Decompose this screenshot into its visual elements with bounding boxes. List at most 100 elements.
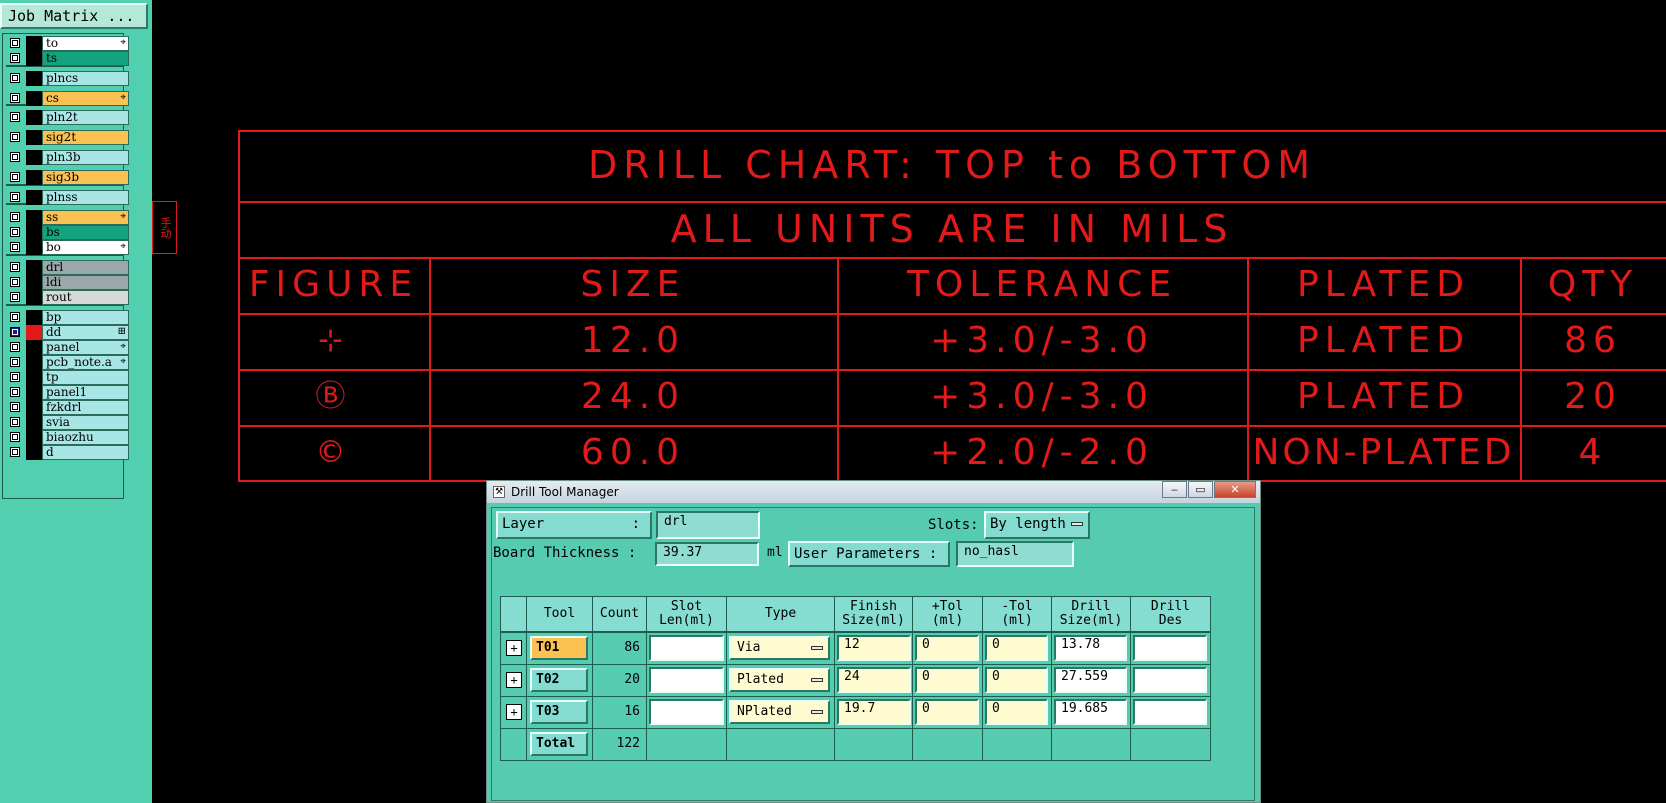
layer-row-panel1[interactable]: panel1 — [6, 385, 129, 400]
column-header-drill-des[interactable]: Drill Des — [1130, 596, 1211, 632]
layer-name[interactable]: ts — [42, 51, 129, 66]
type-dropdown[interactable]: Plated — [729, 668, 830, 692]
layer-checkbox[interactable] — [10, 112, 20, 122]
layer-name[interactable]: panel1 — [42, 385, 129, 400]
column-header-drill-size[interactable]: Drill Size(ml) — [1051, 596, 1131, 632]
side-tab[interactable]: 手动 — [152, 201, 177, 254]
layer-name[interactable]: fzkdrl — [42, 400, 129, 415]
tool-button[interactable]: T02 — [530, 668, 588, 692]
layer-checkbox[interactable] — [10, 417, 20, 427]
layer-checkbox[interactable] — [10, 327, 20, 337]
layer-name[interactable]: pln3b — [42, 150, 129, 165]
layer-row-bp[interactable]: bp — [6, 310, 129, 325]
window-titlebar[interactable]: ⚒ Drill Tool Manager ‒ ▭ ✕ — [487, 481, 1260, 503]
layer-row-pln2t[interactable]: pln2t — [6, 110, 129, 125]
finish-size-input[interactable]: 12 — [837, 635, 911, 661]
tool-button[interactable]: T03 — [530, 700, 588, 724]
column-header-plus-tol[interactable]: +Tol (ml) — [912, 596, 983, 632]
board-thickness-field[interactable]: 39.37 — [655, 542, 759, 566]
drill-des-input[interactable] — [1133, 699, 1207, 725]
drill-des-input[interactable] — [1133, 667, 1207, 693]
layer-checkbox[interactable] — [10, 242, 20, 252]
layer-checkbox[interactable] — [10, 277, 20, 287]
type-dropdown[interactable]: NPlated — [729, 700, 830, 724]
type-dropdown[interactable]: Via — [729, 636, 830, 660]
tool-button[interactable]: T01 — [530, 636, 588, 660]
layer-row-drl[interactable]: drl — [6, 260, 129, 275]
layer-name[interactable]: biaozhu — [42, 430, 129, 445]
layer-row-to[interactable]: to ⌖ — [6, 36, 129, 51]
plus-tol-input[interactable]: 0 — [915, 667, 979, 693]
layer-row-sig3b[interactable]: sig3b — [6, 170, 129, 185]
slot-len-input[interactable] — [649, 667, 724, 693]
layer-name[interactable]: sig3b — [42, 170, 129, 185]
total-button[interactable]: Total — [530, 732, 588, 756]
layer-row-bs[interactable]: bs — [6, 225, 129, 240]
layer-checkbox[interactable] — [10, 38, 20, 48]
expand-row-icon[interactable]: + — [506, 640, 522, 656]
layer-checkbox[interactable] — [10, 372, 20, 382]
user-parameters-field[interactable]: no_hasl — [956, 541, 1074, 567]
minimize-button[interactable]: ‒ — [1162, 481, 1187, 498]
layer-checkbox[interactable] — [10, 262, 20, 272]
plus-tol-input[interactable]: 0 — [915, 635, 979, 661]
layer-checkbox[interactable] — [10, 212, 20, 222]
layer-row-svia[interactable]: svia — [6, 415, 129, 430]
slots-dropdown[interactable]: By length — [984, 511, 1090, 539]
layer-name[interactable]: bp — [42, 310, 129, 325]
column-header-minus-tol[interactable]: -Tol (ml) — [982, 596, 1052, 632]
layer-field[interactable]: drl — [656, 511, 760, 539]
slot-len-input[interactable] — [649, 635, 724, 661]
layer-row-plncs[interactable]: plncs — [6, 71, 129, 86]
layer-checkbox[interactable] — [10, 93, 20, 103]
layer-button[interactable]: Layer : — [496, 511, 652, 539]
expand-row-icon[interactable]: + — [506, 672, 522, 688]
layer-checkbox[interactable] — [10, 227, 20, 237]
minus-tol-input[interactable]: 0 — [985, 635, 1048, 661]
layer-row-ts[interactable]: ts — [6, 51, 129, 66]
finish-size-input[interactable]: 19.7 — [837, 699, 911, 725]
layer-row-pcb-note-a[interactable]: pcb_note.a ⌖ — [6, 355, 129, 370]
layer-row-biaozhu[interactable]: biaozhu — [6, 430, 129, 445]
layer-name[interactable]: to ⌖ — [42, 36, 129, 51]
layer-name[interactable]: ldi — [42, 275, 129, 290]
layer-checkbox[interactable] — [10, 342, 20, 352]
layer-name[interactable]: tp — [42, 370, 129, 385]
job-matrix-button[interactable]: Job Matrix ... — [0, 3, 148, 29]
layer-name[interactable]: drl — [42, 260, 129, 275]
layer-row-ss[interactable]: ss ⌖ — [6, 210, 129, 225]
layer-checkbox[interactable] — [10, 192, 20, 202]
maximize-button[interactable]: ▭ — [1188, 481, 1213, 498]
layer-checkbox[interactable] — [10, 312, 20, 322]
layer-name[interactable]: bo ⌖ — [42, 240, 129, 255]
layer-checkbox[interactable] — [10, 152, 20, 162]
layer-row-panel[interactable]: panel ⌖ — [6, 340, 129, 355]
layer-name[interactable]: d — [42, 445, 129, 460]
layer-checkbox[interactable] — [10, 357, 20, 367]
expand-row-icon[interactable]: + — [506, 704, 522, 720]
layer-checkbox[interactable] — [10, 172, 20, 182]
layer-row-ldi[interactable]: ldi — [6, 275, 129, 290]
minus-tol-input[interactable]: 0 — [985, 699, 1048, 725]
drill-size-input[interactable]: 19.685 — [1054, 699, 1127, 725]
layer-row-cs[interactable]: cs ⌖ — [6, 91, 129, 106]
minus-tol-input[interactable]: 0 — [985, 667, 1048, 693]
layer-checkbox[interactable] — [10, 387, 20, 397]
user-parameters-button[interactable]: User Parameters : — [788, 541, 950, 567]
layer-checkbox[interactable] — [10, 53, 20, 63]
layer-row-rout[interactable]: rout — [6, 290, 129, 305]
layer-row-fzkdrl[interactable]: fzkdrl — [6, 400, 129, 415]
layer-name[interactable]: bs — [42, 225, 129, 240]
layer-name[interactable]: svia — [42, 415, 129, 430]
column-header-slot-len[interactable]: Slot Len(ml) — [646, 596, 727, 632]
layer-checkbox[interactable] — [10, 447, 20, 457]
layer-checkbox[interactable] — [10, 73, 20, 83]
layer-name[interactable]: panel ⌖ — [42, 340, 129, 355]
layer-name[interactable]: plncs — [42, 71, 129, 86]
layer-checkbox[interactable] — [10, 402, 20, 412]
layer-row-pln3b[interactable]: pln3b — [6, 150, 129, 165]
layer-name[interactable]: plnss — [42, 190, 129, 205]
column-header-finish-size[interactable]: Finish Size(ml) — [834, 596, 913, 632]
column-header-tool[interactable]: Tool — [526, 596, 593, 632]
column-header-count[interactable]: Count — [592, 596, 647, 632]
